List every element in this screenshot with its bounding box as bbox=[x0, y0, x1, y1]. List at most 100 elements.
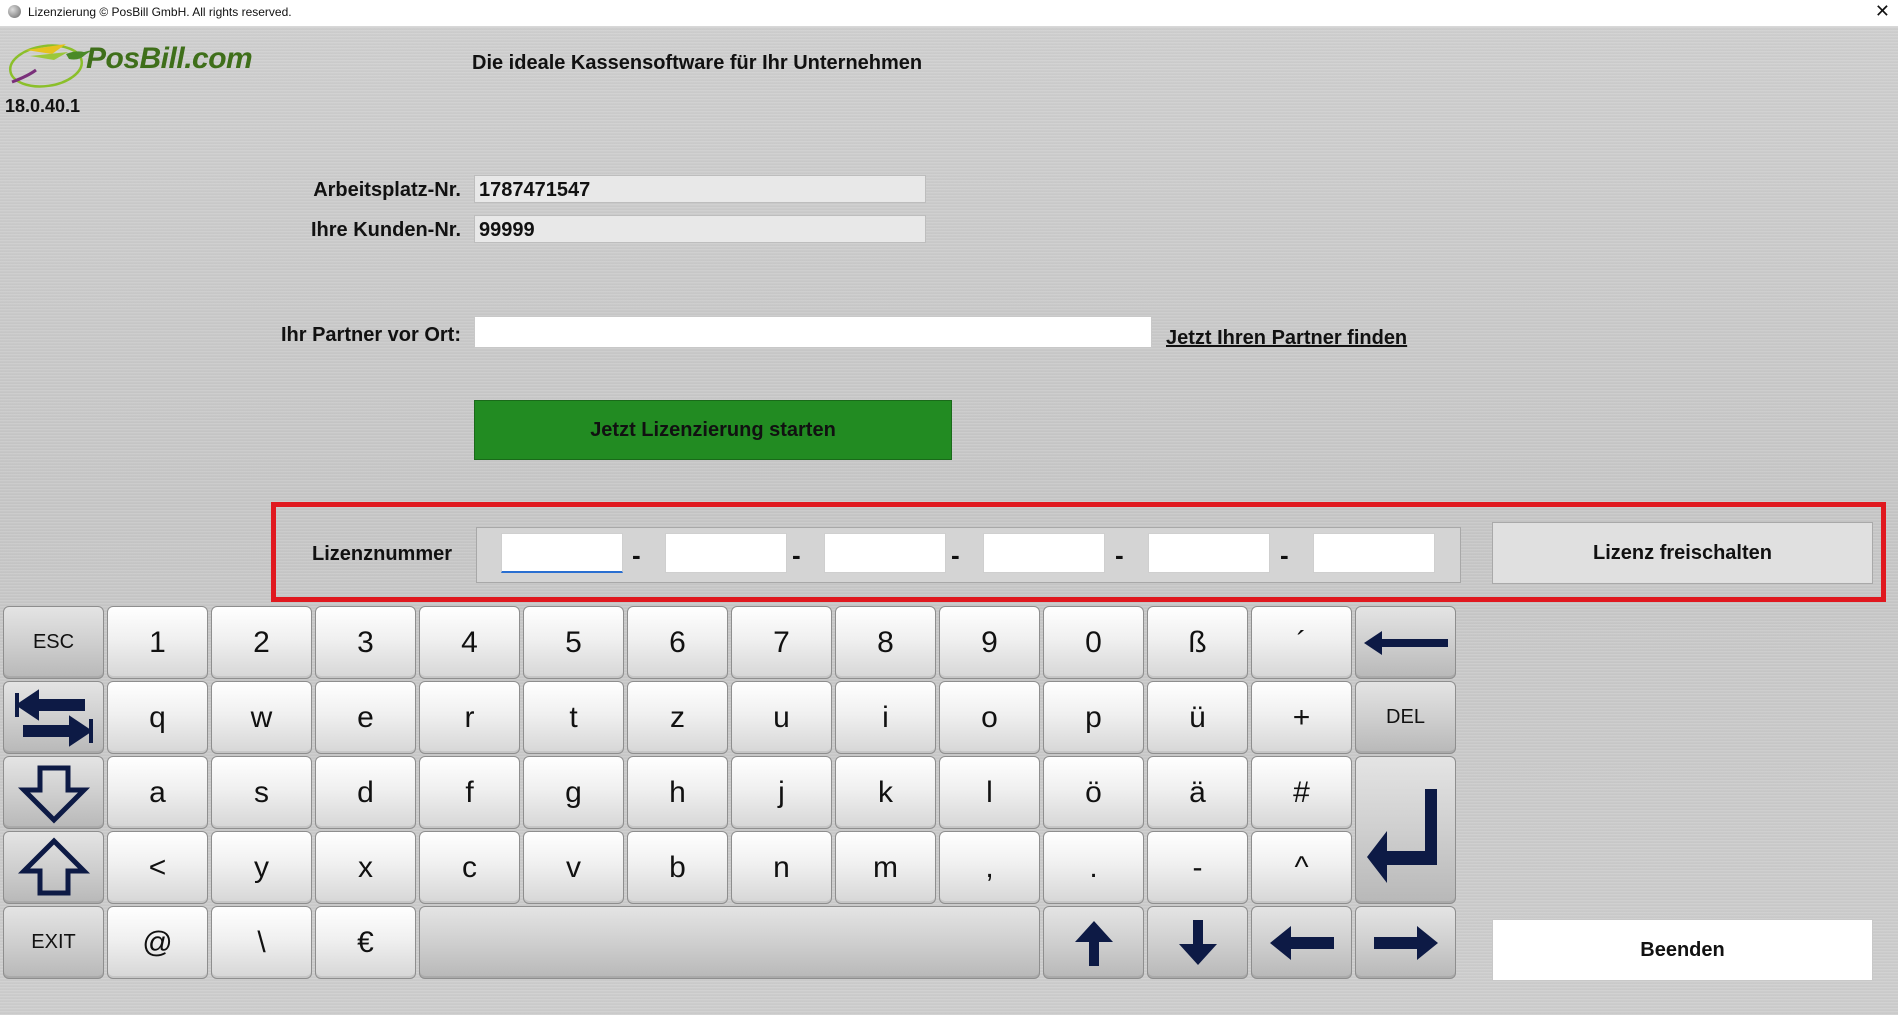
enter-key[interactable] bbox=[1355, 756, 1456, 904]
exit-key[interactable]: EXIT bbox=[3, 906, 104, 979]
backspace-icon bbox=[1360, 627, 1452, 659]
caps-down-key[interactable] bbox=[3, 756, 104, 829]
delete-key[interactable]: DEL bbox=[1355, 681, 1456, 754]
quit-button[interactable]: Beenden bbox=[1492, 919, 1873, 981]
key--[interactable]: - bbox=[1147, 831, 1248, 904]
license-segment-5[interactable] bbox=[1148, 533, 1270, 573]
key-q[interactable]: q bbox=[107, 681, 208, 754]
customer-label: Ihre Kunden-Nr. bbox=[310, 219, 461, 241]
key-4[interactable]: 4 bbox=[419, 606, 520, 679]
key-8[interactable]: 8 bbox=[835, 606, 936, 679]
key-€[interactable]: € bbox=[315, 906, 416, 979]
license-segment-1[interactable] bbox=[501, 533, 623, 573]
license-segment-2[interactable] bbox=[665, 533, 787, 573]
key-r[interactable]: r bbox=[419, 681, 520, 754]
key-h[interactable]: h bbox=[627, 756, 728, 829]
key-k[interactable]: k bbox=[835, 756, 936, 829]
key-s[interactable]: s bbox=[211, 756, 312, 829]
app-icon bbox=[8, 5, 21, 18]
close-icon[interactable]: ✕ bbox=[1875, 1, 1890, 22]
key-d[interactable]: d bbox=[315, 756, 416, 829]
key-3[interactable]: 3 bbox=[315, 606, 416, 679]
brand-name: PosBill.com bbox=[86, 42, 253, 75]
key-@[interactable]: @ bbox=[107, 906, 208, 979]
license-separator: - bbox=[1280, 540, 1289, 570]
key-n[interactable]: n bbox=[731, 831, 832, 904]
key-2[interactable]: 2 bbox=[211, 606, 312, 679]
key-w[interactable]: w bbox=[211, 681, 312, 754]
partner-label: Ihr Partner vor Ort: bbox=[280, 324, 461, 346]
tab-key[interactable] bbox=[3, 681, 104, 754]
key-z[interactable]: z bbox=[627, 681, 728, 754]
license-separator: - bbox=[1115, 540, 1124, 570]
window-titlebar: Lizenzierung © PosBill GmbH. All rights … bbox=[0, 0, 1898, 27]
key-p[interactable]: p bbox=[1043, 681, 1144, 754]
key-v[interactable]: v bbox=[523, 831, 624, 904]
enter-icon bbox=[1363, 775, 1449, 885]
key-ß[interactable]: ß bbox=[1147, 606, 1248, 679]
arrow-left-key[interactable] bbox=[1251, 906, 1352, 979]
key-1[interactable]: 1 bbox=[107, 606, 208, 679]
key-e[interactable]: e bbox=[315, 681, 416, 754]
key-t[interactable]: t bbox=[523, 681, 624, 754]
key-7[interactable]: 7 bbox=[731, 606, 832, 679]
license-segment-6[interactable] bbox=[1313, 533, 1435, 573]
key-ü[interactable]: ü bbox=[1147, 681, 1248, 754]
license-segment-4[interactable] bbox=[983, 533, 1105, 573]
partner-field[interactable] bbox=[474, 316, 1152, 348]
license-label: Lizenznummer bbox=[312, 543, 453, 565]
tab-icon bbox=[11, 687, 97, 749]
key-+[interactable]: + bbox=[1251, 681, 1352, 754]
key-m[interactable]: m bbox=[835, 831, 936, 904]
shift-key[interactable] bbox=[3, 831, 104, 904]
key-6[interactable]: 6 bbox=[627, 606, 728, 679]
key-o[interactable]: o bbox=[939, 681, 1040, 754]
hummingbird-icon bbox=[8, 44, 92, 88]
key-y[interactable]: y bbox=[211, 831, 312, 904]
license-separator: - bbox=[792, 540, 801, 570]
arrow-right-key[interactable] bbox=[1355, 906, 1456, 979]
arrow-down-key[interactable] bbox=[1147, 906, 1248, 979]
key-9[interactable]: 9 bbox=[939, 606, 1040, 679]
key-i[interactable]: i bbox=[835, 681, 936, 754]
key-\[interactable]: \ bbox=[211, 906, 312, 979]
key-#[interactable]: # bbox=[1251, 756, 1352, 829]
license-segment-3[interactable] bbox=[824, 533, 946, 573]
arrow-down-icon bbox=[1173, 918, 1223, 968]
key-u[interactable]: u bbox=[731, 681, 832, 754]
tagline: Die ideale Kassensoftware für Ihr Untern… bbox=[472, 52, 923, 74]
find-partner-link[interactable]: Jetzt Ihren Partner finden bbox=[1166, 327, 1407, 350]
customer-field: 99999 bbox=[474, 215, 926, 243]
key-a[interactable]: a bbox=[107, 756, 208, 829]
key-g[interactable]: g bbox=[523, 756, 624, 829]
key-x[interactable]: x bbox=[315, 831, 416, 904]
shift-icon bbox=[14, 836, 94, 899]
key-b[interactable]: b bbox=[627, 831, 728, 904]
space-key[interactable] bbox=[419, 906, 1040, 979]
key-l[interactable]: l bbox=[939, 756, 1040, 829]
key-f[interactable]: f bbox=[419, 756, 520, 829]
key-ö[interactable]: ö bbox=[1043, 756, 1144, 829]
posbill-logo: PosBill.com bbox=[6, 30, 276, 92]
key-<[interactable]: < bbox=[107, 831, 208, 904]
key-ä[interactable]: ä bbox=[1147, 756, 1248, 829]
version-label: 18.0.40.1 bbox=[5, 96, 81, 116]
start-licensing-button[interactable]: Jetzt Lizenzierung starten bbox=[474, 400, 952, 460]
window-title: Lizenzierung © PosBill GmbH. All rights … bbox=[28, 5, 292, 19]
key-.[interactable]: . bbox=[1043, 831, 1144, 904]
license-separator: - bbox=[951, 540, 960, 570]
esc-key[interactable]: ESC bbox=[3, 606, 104, 679]
workstation-field: 1787471547 bbox=[474, 175, 926, 203]
key-^[interactable]: ^ bbox=[1251, 831, 1352, 904]
key-,[interactable]: , bbox=[939, 831, 1040, 904]
key-´[interactable]: ´ bbox=[1251, 606, 1352, 679]
key-c[interactable]: c bbox=[419, 831, 520, 904]
key-0[interactable]: 0 bbox=[1043, 606, 1144, 679]
arrow-up-key[interactable] bbox=[1043, 906, 1144, 979]
key-5[interactable]: 5 bbox=[523, 606, 624, 679]
unlock-license-button[interactable]: Lizenz freischalten bbox=[1492, 522, 1873, 584]
key-j[interactable]: j bbox=[731, 756, 832, 829]
backspace-key[interactable] bbox=[1355, 606, 1456, 679]
arrow-up-icon bbox=[1069, 918, 1119, 968]
caps-down-icon bbox=[14, 762, 94, 824]
